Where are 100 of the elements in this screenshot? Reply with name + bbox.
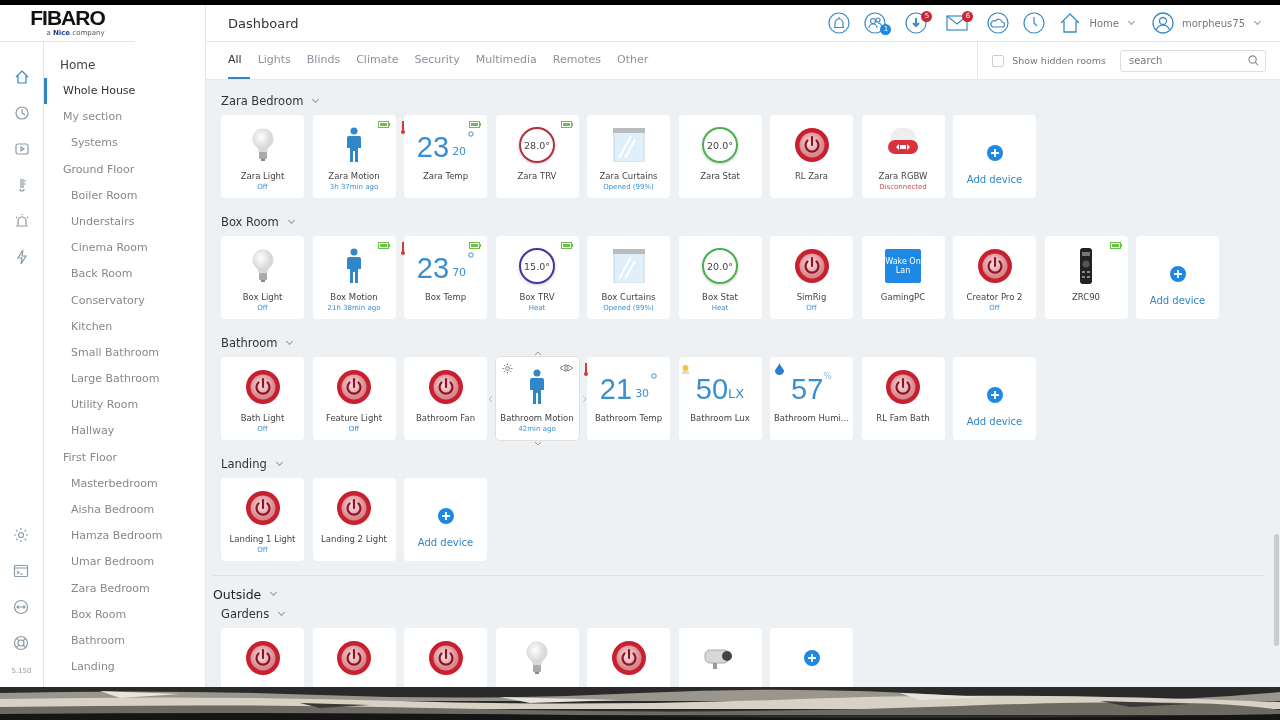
sidebar-item[interactable]: Hallway (44, 418, 205, 445)
location-menu[interactable]: Home (1059, 12, 1138, 34)
setpoint-dial: 20.0° (702, 127, 738, 163)
sidebar-item[interactable]: Ground Floor (44, 156, 205, 183)
sidebar-item[interactable]: Umar Bedroom (44, 549, 205, 576)
device-tile[interactable]: 50LX Bathroom Lux (678, 357, 762, 440)
device-tile[interactable]: RL Fam Bath (861, 357, 945, 440)
checkbox-label: Show hidden rooms (1012, 55, 1106, 66)
user-menu[interactable]: morpheus75 (1151, 12, 1264, 34)
sidebar-item[interactable]: Kitchen (44, 313, 205, 340)
download-icon[interactable] (905, 12, 928, 34)
power-button-icon (336, 369, 372, 405)
eye-icon[interactable] (559, 364, 573, 372)
chevron-left-icon[interactable] (487, 395, 493, 403)
filter-tab[interactable]: Security (406, 42, 468, 79)
clock-icon[interactable] (1023, 12, 1046, 34)
device-tile[interactable]: 21 30 Bathroom Temp (587, 357, 670, 440)
device-name: Add device (966, 416, 1023, 428)
device-name: Box Light (242, 291, 283, 303)
device-tile[interactable] (678, 628, 762, 687)
device-name: Bathroom Fan (415, 412, 476, 424)
sidebar-item[interactable]: Hamza Bedroom (44, 523, 205, 550)
chevron-right-icon[interactable] (581, 395, 587, 403)
device-tile[interactable] (587, 628, 670, 687)
filter-tab[interactable]: Lights (249, 42, 299, 79)
power-button-icon (885, 369, 921, 405)
sidebar-item[interactable]: My section (44, 104, 205, 131)
cloud-icon[interactable] (987, 12, 1010, 34)
search-icon (1248, 55, 1259, 66)
sidebar-item[interactable]: Boiler Room (44, 182, 205, 209)
sidebar-title: Home (59, 57, 97, 74)
device-tile[interactable]: Add device (953, 115, 1036, 198)
sidebar-item[interactable]: Zara Bedroom (44, 575, 205, 602)
filter-tab[interactable]: Blinds (298, 42, 349, 79)
sidebar-item[interactable]: Bathroom (44, 627, 205, 655)
sidebar-item[interactable]: Small Bathroom (44, 339, 205, 367)
home-icon[interactable] (13, 69, 30, 85)
sidebar-item[interactable]: Systems (44, 130, 205, 157)
filter-tab[interactable]: Climate (348, 42, 407, 79)
device-tile[interactable] (404, 628, 487, 687)
device-name: Feature Light (325, 412, 382, 424)
device-tile[interactable]: Wake On Lan GamingPC (861, 236, 945, 319)
water-drop-icon (775, 363, 785, 375)
device-tile[interactable]: Add device (953, 357, 1036, 440)
reading-decimal: 70 (452, 266, 467, 279)
device-tile[interactable] (221, 628, 304, 687)
device-tile[interactable]: Add device (1136, 236, 1219, 319)
device-name: Add device (417, 537, 474, 549)
sidebar-item[interactable]: Box Room (44, 601, 205, 628)
power-button-icon (427, 640, 464, 676)
device-tile[interactable]: 20.0° Zara Stat (678, 115, 762, 198)
person-figure-icon (346, 248, 362, 284)
device-tile[interactable]: ZRC90 (1044, 236, 1128, 319)
clock-icon[interactable] (13, 105, 30, 121)
device-tile[interactable]: 28.0° Zara TRV (495, 115, 579, 198)
device-tile[interactable]: Landing 2 Light (312, 478, 396, 561)
users-icon[interactable] (864, 12, 887, 34)
filter-tab[interactable]: Multimedia (467, 42, 545, 79)
sidebar-item[interactable]: Cinema Room (44, 235, 205, 262)
sidebar-item[interactable]: Aisha Bedroom (44, 497, 205, 524)
chevron-down-icon[interactable] (533, 441, 542, 446)
mail-icon[interactable] (946, 12, 969, 34)
play-icon[interactable] (13, 141, 30, 157)
device-name: Bath Light (240, 412, 285, 424)
sidebar-item[interactable]: Understairs (44, 208, 205, 236)
device-tile[interactable] (495, 628, 579, 687)
sidebar-item[interactable]: Landing (44, 654, 205, 681)
device-name: Bathroom Humi... (774, 412, 849, 424)
settings-icon[interactable] (13, 527, 30, 543)
device-tile[interactable]: 57% Bathroom Humi... (770, 357, 853, 440)
remote-control-icon (1079, 248, 1093, 284)
device-tile[interactable]: 23 70 Box Temp (404, 236, 487, 319)
setpoint-dial: 15.0° (519, 248, 555, 284)
sidebar-item[interactable]: First Floor (44, 444, 205, 471)
device-tile[interactable]: 23 20 Zara Temp (404, 115, 487, 198)
sidebar-item[interactable]: Utility Room (44, 392, 205, 419)
device-tile[interactable] (770, 628, 853, 687)
filter-tab[interactable]: Remotes (544, 42, 610, 79)
settings-icon[interactable] (501, 363, 513, 374)
device-tile[interactable] (312, 628, 396, 687)
device-name: Zara Temp (422, 170, 469, 182)
sidebar-item[interactable]: Masterbedroom (44, 470, 205, 497)
checkbox[interactable] (992, 54, 1005, 67)
house-icon (1059, 12, 1082, 34)
device-tile[interactable]: Bathroom Fan (404, 357, 487, 440)
search-field[interactable]: search (1120, 49, 1266, 72)
sidebar-item[interactable]: Large Bathroom (44, 366, 205, 393)
sidebar-item[interactable]: Conservatory (44, 287, 205, 314)
device-name: Box Temp (424, 291, 467, 303)
filter-tab[interactable]: Other (609, 42, 657, 79)
alarm-icon[interactable] (13, 213, 30, 229)
terminal-icon[interactable] (13, 563, 30, 579)
alarm-icon[interactable] (828, 12, 851, 34)
device-tile[interactable]: RL Zara (770, 115, 853, 198)
arrows-circle-icon[interactable] (13, 599, 30, 615)
chevron-up-icon[interactable] (533, 351, 542, 356)
device-tile[interactable]: Add device (404, 478, 487, 561)
lifebuoy-icon[interactable] (13, 635, 30, 651)
reading-value: 21 (599, 373, 633, 405)
sidebar-item[interactable]: Back Room (44, 261, 205, 288)
